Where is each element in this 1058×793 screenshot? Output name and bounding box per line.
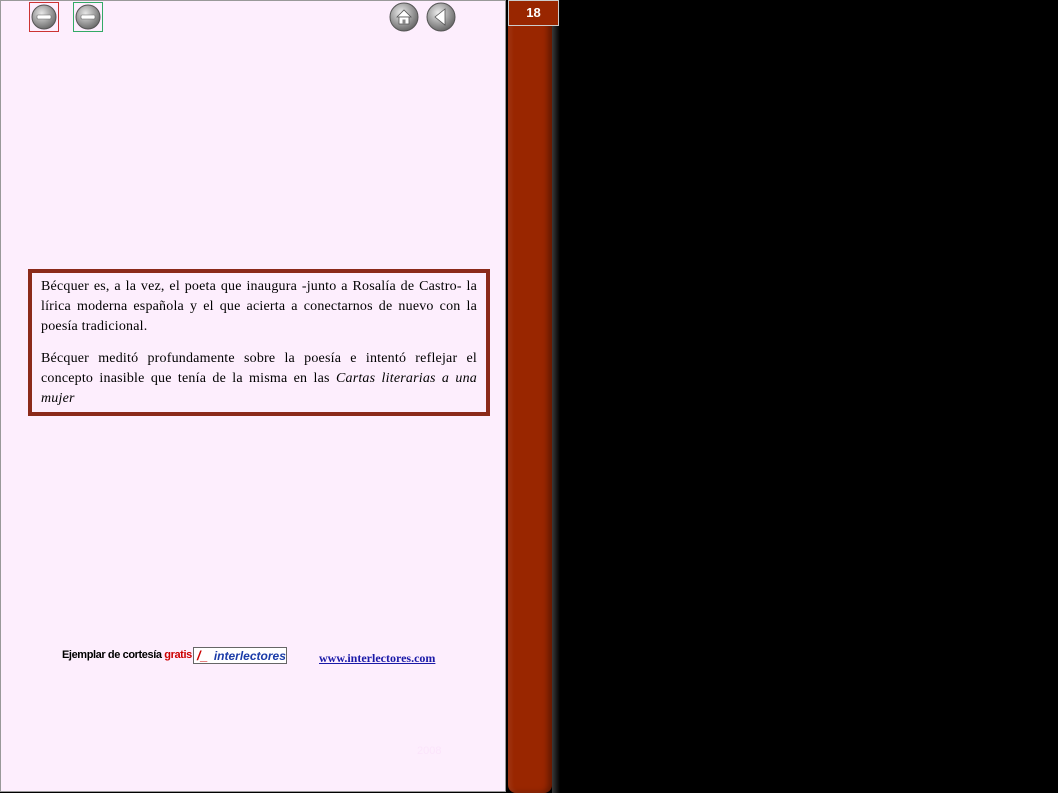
paragraph-1: Bécquer es, a la vez, el poeta que inaug… — [41, 279, 477, 334]
zoom-out-button[interactable] — [29, 2, 59, 32]
year-label: 2008 — [417, 745, 442, 757]
content-textbox: Bécquer es, a la vez, el poeta que inaug… — [28, 269, 490, 416]
courtesy-prefix: Ejemplar de cortesía — [62, 649, 165, 661]
interlectores-logo: /_ interlectores — [193, 647, 287, 664]
book-page: Bécquer es, a la vez, el poeta que inaug… — [0, 0, 506, 792]
website-link[interactable]: www.interlectores.com — [319, 651, 435, 666]
back-button[interactable] — [426, 2, 456, 32]
page-number: 18 — [508, 0, 559, 26]
minus-circle-icon — [31, 4, 57, 30]
logo-text: interlectores — [213, 648, 286, 663]
courtesy-label: Ejemplar de cortesía gratis — [62, 649, 192, 661]
paragraph-2: Bécquer meditó profundamente sobre la po… — [41, 349, 477, 409]
minimize-button[interactable] — [73, 2, 103, 32]
home-icon — [389, 2, 419, 32]
courtesy-gratis: gratis — [164, 649, 192, 661]
logo-slash: /_ — [197, 648, 208, 663]
minus-circle-icon — [75, 4, 101, 30]
back-arrow-icon — [426, 2, 456, 32]
page-sidebar — [508, 0, 552, 793]
sidebar-shadow — [552, 0, 560, 793]
home-button[interactable] — [389, 2, 419, 32]
